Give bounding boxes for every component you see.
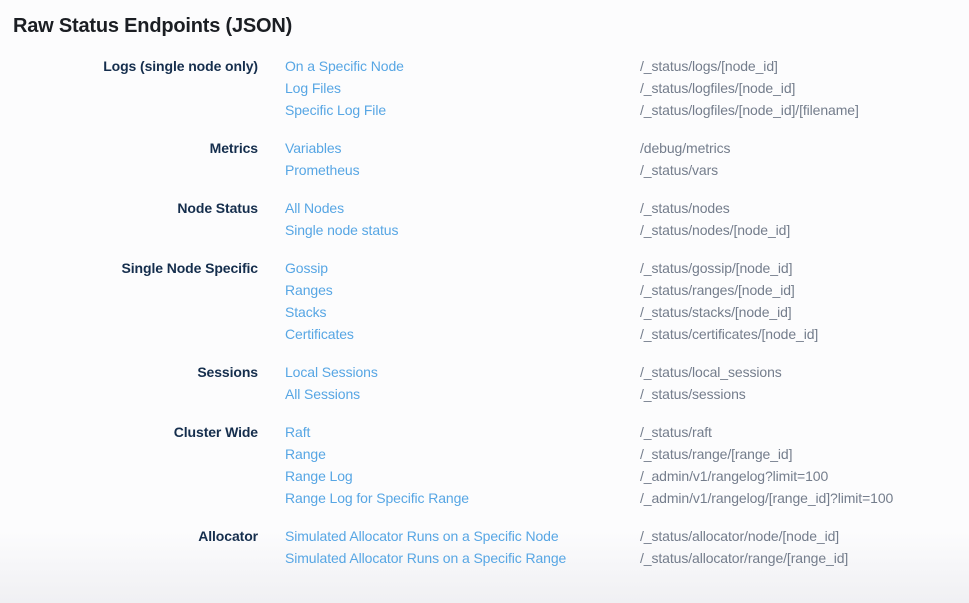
endpoint-link[interactable]: Simulated Allocator Runs on a Specific N… xyxy=(285,525,640,547)
endpoint-link[interactable]: Ranges xyxy=(285,279,640,301)
endpoint-row: Log Files /_status/logfiles/[node_id] xyxy=(285,77,969,99)
endpoint-row: Prometheus /_status/vars xyxy=(285,159,969,181)
endpoint-path: /_status/local_sessions xyxy=(640,361,969,383)
endpoint-group: Single Node Specific Gossip /_status/gos… xyxy=(0,257,969,345)
endpoint-link[interactable]: Simulated Allocator Runs on a Specific R… xyxy=(285,547,640,569)
endpoint-row: Range Log for Specific Range /_admin/v1/… xyxy=(285,487,969,509)
endpoint-rows: All Nodes /_status/nodes Single node sta… xyxy=(285,197,969,241)
endpoint-link[interactable]: Specific Log File xyxy=(285,99,640,121)
category-label: Logs (single node only) xyxy=(0,55,258,77)
endpoint-path: /_status/sessions xyxy=(640,383,969,405)
endpoint-link[interactable]: Range xyxy=(285,443,640,465)
endpoint-group: Logs (single node only) On a Specific No… xyxy=(0,55,969,121)
debug-endpoints-page: Raw Status Endpoints (JSON) Logs (single… xyxy=(0,0,969,603)
endpoint-link[interactable]: Range Log xyxy=(285,465,640,487)
endpoint-link[interactable]: Log Files xyxy=(285,77,640,99)
endpoint-row: All Sessions /_status/sessions xyxy=(285,383,969,405)
category-label: Sessions xyxy=(0,361,258,383)
endpoint-row: Variables /debug/metrics xyxy=(285,137,969,159)
endpoint-row: Gossip /_status/gossip/[node_id] xyxy=(285,257,969,279)
endpoint-path: /debug/metrics xyxy=(640,137,969,159)
endpoint-rows: Gossip /_status/gossip/[node_id] Ranges … xyxy=(285,257,969,345)
endpoint-row: Ranges /_status/ranges/[node_id] xyxy=(285,279,969,301)
endpoint-link[interactable]: All Nodes xyxy=(285,197,640,219)
page-title: Raw Status Endpoints (JSON) xyxy=(13,13,969,39)
endpoint-link[interactable]: Gossip xyxy=(285,257,640,279)
endpoint-path: /_status/logfiles/[node_id]/[filename] xyxy=(640,99,969,121)
endpoint-path: /_status/ranges/[node_id] xyxy=(640,279,969,301)
endpoint-link[interactable]: Stacks xyxy=(285,301,640,323)
endpoint-link[interactable]: Single node status xyxy=(285,219,640,241)
endpoint-rows: Simulated Allocator Runs on a Specific N… xyxy=(285,525,969,569)
endpoint-row: On a Specific Node /_status/logs/[node_i… xyxy=(285,55,969,77)
endpoint-path: /_status/allocator/range/[range_id] xyxy=(640,547,969,569)
endpoint-row: Range /_status/range/[range_id] xyxy=(285,443,969,465)
endpoint-row: All Nodes /_status/nodes xyxy=(285,197,969,219)
endpoint-link[interactable]: On a Specific Node xyxy=(285,55,640,77)
endpoint-link[interactable]: Range Log for Specific Range xyxy=(285,487,640,509)
endpoint-path: /_status/nodes xyxy=(640,197,969,219)
endpoint-link[interactable]: All Sessions xyxy=(285,383,640,405)
endpoint-rows: Raft /_status/raft Range /_status/range/… xyxy=(285,421,969,509)
endpoint-link[interactable]: Certificates xyxy=(285,323,640,345)
category-label: Metrics xyxy=(0,137,258,159)
endpoint-row: Single node status /_status/nodes/[node_… xyxy=(285,219,969,241)
endpoint-group: Sessions Local Sessions /_status/local_s… xyxy=(0,361,969,405)
endpoint-group: Cluster Wide Raft /_status/raft Range /_… xyxy=(0,421,969,509)
endpoint-row: Raft /_status/raft xyxy=(285,421,969,443)
endpoint-path: /_status/range/[range_id] xyxy=(640,443,969,465)
endpoint-link[interactable]: Local Sessions xyxy=(285,361,640,383)
endpoint-row: Simulated Allocator Runs on a Specific R… xyxy=(285,547,969,569)
endpoint-link[interactable]: Raft xyxy=(285,421,640,443)
endpoint-path: /_status/raft xyxy=(640,421,969,443)
endpoint-row: Simulated Allocator Runs on a Specific N… xyxy=(285,525,969,547)
endpoint-group: Allocator Simulated Allocator Runs on a … xyxy=(0,525,969,569)
endpoint-rows: Local Sessions /_status/local_sessions A… xyxy=(285,361,969,405)
endpoint-path: /_admin/v1/rangelog?limit=100 xyxy=(640,465,969,487)
endpoint-row: Stacks /_status/stacks/[node_id] xyxy=(285,301,969,323)
endpoint-row: Certificates /_status/certificates/[node… xyxy=(285,323,969,345)
endpoint-group: Metrics Variables /debug/metrics Prometh… xyxy=(0,137,969,181)
endpoint-row: Local Sessions /_status/local_sessions xyxy=(285,361,969,383)
endpoint-link[interactable]: Prometheus xyxy=(285,159,640,181)
endpoint-link[interactable]: Variables xyxy=(285,137,640,159)
endpoints-table: Logs (single node only) On a Specific No… xyxy=(0,55,969,569)
endpoint-path: /_admin/v1/rangelog/[range_id]?limit=100 xyxy=(640,487,969,509)
category-label: Allocator xyxy=(0,525,258,547)
endpoint-path: /_status/nodes/[node_id] xyxy=(640,219,969,241)
endpoint-group: Node Status All Nodes /_status/nodes Sin… xyxy=(0,197,969,241)
endpoint-path: /_status/vars xyxy=(640,159,969,181)
category-label: Node Status xyxy=(0,197,258,219)
endpoint-path: /_status/allocator/node/[node_id] xyxy=(640,525,969,547)
endpoint-path: /_status/certificates/[node_id] xyxy=(640,323,969,345)
endpoint-rows: Variables /debug/metrics Prometheus /_st… xyxy=(285,137,969,181)
category-label: Cluster Wide xyxy=(0,421,258,443)
endpoint-row: Range Log /_admin/v1/rangelog?limit=100 xyxy=(285,465,969,487)
endpoint-path: /_status/stacks/[node_id] xyxy=(640,301,969,323)
category-label: Single Node Specific xyxy=(0,257,258,279)
endpoint-path: /_status/logs/[node_id] xyxy=(640,55,969,77)
endpoint-path: /_status/gossip/[node_id] xyxy=(640,257,969,279)
endpoint-path: /_status/logfiles/[node_id] xyxy=(640,77,969,99)
endpoint-row: Specific Log File /_status/logfiles/[nod… xyxy=(285,99,969,121)
endpoint-rows: On a Specific Node /_status/logs/[node_i… xyxy=(285,55,969,121)
